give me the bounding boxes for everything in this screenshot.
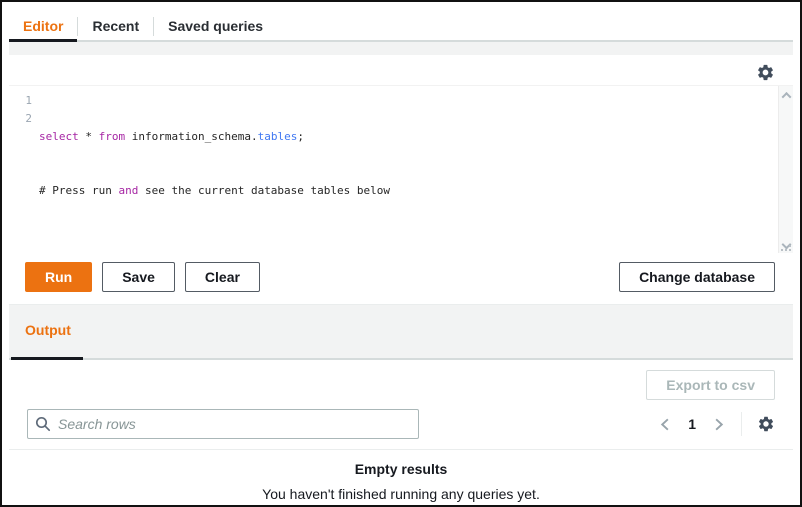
- code-token: # Press run: [39, 184, 118, 197]
- tab-editor[interactable]: Editor: [9, 10, 77, 42]
- code-token: and: [118, 184, 138, 197]
- results-settings-button[interactable]: [757, 415, 775, 433]
- editor-action-bar: Run Save Clear Change database: [9, 253, 793, 304]
- output-bottom-rule: [9, 358, 793, 360]
- chevron-up-icon[interactable]: [779, 88, 793, 102]
- empty-results-state: Empty results You haven't finished runni…: [27, 450, 775, 502]
- code-line-2: # Press run and see the current database…: [39, 182, 778, 200]
- search-rows-input[interactable]: [27, 409, 419, 439]
- tab-recent-label: Recent: [92, 18, 139, 34]
- save-button[interactable]: Save: [102, 262, 175, 292]
- chevron-right-icon: [711, 417, 726, 432]
- tab-editor-label: Editor: [23, 18, 63, 34]
- empty-results-title: Empty results: [27, 461, 775, 477]
- code-token: from: [99, 130, 126, 143]
- sql-code-editor[interactable]: 1 2 select * from information_schema.tab…: [9, 85, 793, 253]
- code-token: see the current database tables below: [138, 184, 390, 197]
- search-box: [27, 409, 419, 439]
- code-token: tables: [258, 130, 298, 143]
- current-page-number[interactable]: 1: [686, 414, 698, 434]
- line-number: 1: [9, 92, 32, 110]
- tab-output[interactable]: Output: [9, 314, 85, 360]
- tab-output-label: Output: [25, 322, 71, 338]
- export-to-csv-button[interactable]: Export to csv: [646, 370, 775, 400]
- gear-icon: [756, 63, 775, 82]
- tab-recent[interactable]: Recent: [78, 10, 153, 42]
- export-row: Export to csv: [27, 360, 775, 400]
- editor-vertical-scrollbar[interactable]: [778, 86, 793, 253]
- pager-divider: [741, 412, 742, 436]
- empty-results-message: You haven't finished running any queries…: [27, 486, 775, 502]
- query-editor-window: Editor Recent Saved queries: [0, 0, 802, 507]
- page-body: 1 2 select * from information_schema.tab…: [9, 42, 793, 505]
- tabbar-bottom-rule: [9, 40, 793, 42]
- tab-saved-queries[interactable]: Saved queries: [154, 10, 277, 42]
- top-tab-bar: Editor Recent Saved queries: [9, 10, 793, 42]
- clear-button[interactable]: Clear: [185, 262, 260, 292]
- code-token: information_schema.: [125, 130, 257, 143]
- editor-panel: 1 2 select * from information_schema.tab…: [9, 55, 793, 304]
- editor-toolbar: [9, 55, 793, 85]
- pagination: 1: [658, 412, 775, 436]
- line-number: 2: [9, 110, 32, 128]
- code-token: select: [39, 130, 79, 143]
- run-button[interactable]: Run: [25, 262, 92, 292]
- next-page-button[interactable]: [711, 417, 726, 432]
- code-line-1: select * from information_schema.tables;: [39, 128, 778, 146]
- editor-settings-button[interactable]: [756, 63, 775, 82]
- gear-icon: [757, 415, 775, 433]
- resize-grip-icon[interactable]: [782, 242, 791, 251]
- search-row: 1: [27, 409, 775, 439]
- code-token: *: [79, 130, 99, 143]
- output-section-header: Output: [9, 304, 793, 360]
- code-token: ;: [297, 130, 304, 143]
- editor-line-numbers: 1 2: [9, 92, 39, 253]
- previous-page-button[interactable]: [658, 417, 673, 432]
- tab-saved-queries-label: Saved queries: [168, 18, 263, 34]
- spacer: [9, 42, 793, 55]
- chevron-left-icon: [658, 417, 673, 432]
- output-results-panel: Export to csv 1: [9, 360, 793, 507]
- editor-code-area[interactable]: select * from information_schema.tables;…: [39, 92, 778, 253]
- change-database-button[interactable]: Change database: [619, 262, 775, 292]
